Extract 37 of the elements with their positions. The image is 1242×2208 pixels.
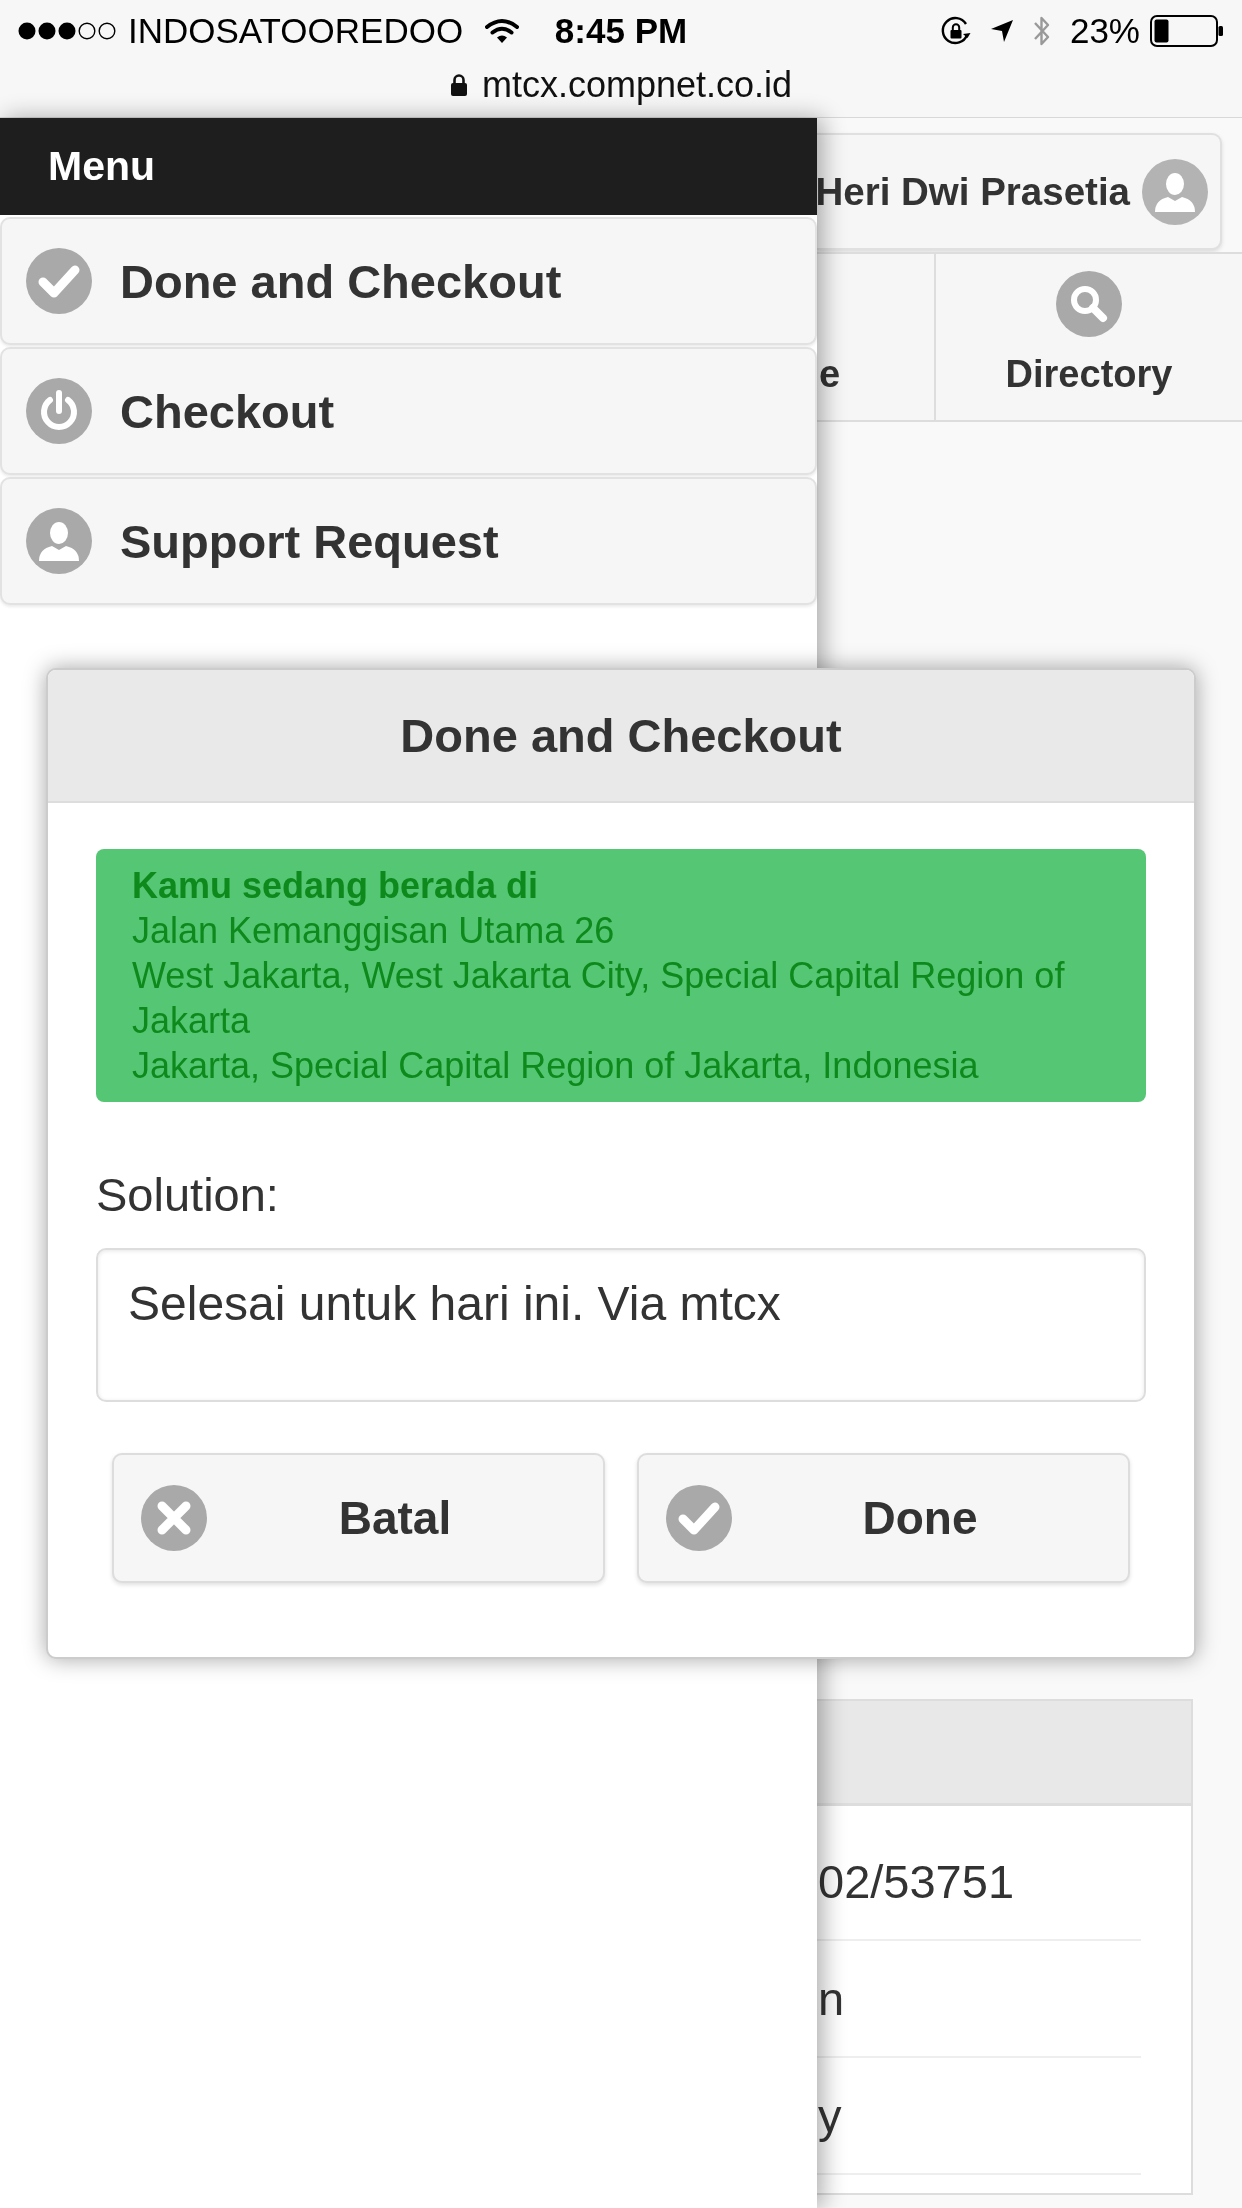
dialog-title: Done and Checkout: [400, 708, 842, 763]
cancel-button[interactable]: Batal: [112, 1453, 605, 1583]
alert-text: Jakarta, Special Capital Region of Jakarta, Indonesia: [132, 1044, 980, 1088]
wifi-icon: [485, 18, 520, 44]
check-circle-icon: [26, 248, 92, 314]
menu-item[interactable]: Checkout: [0, 347, 817, 475]
solution-field[interactable]: Selesai untuk hari ini. Via mtcx: [96, 1248, 1146, 1402]
alert-heading: Kamu sedang berada di: [132, 864, 540, 908]
menu-item[interactable]: Support Request: [0, 477, 817, 605]
status-time: 8:45 PM: [554, 11, 688, 51]
user-avatar-icon: [1142, 158, 1208, 225]
nav-tile[interactable]: Directory: [934, 254, 1242, 420]
solution-label: Solution:: [96, 1168, 280, 1222]
alert-text: West Jakarta, West Jakarta City, Special Capital Region of Jakarta: [132, 954, 1066, 1043]
table-cell: n: [818, 1971, 845, 2026]
done-button[interactable]: Done: [637, 1453, 1130, 1583]
check-circle-icon: [666, 1485, 732, 1551]
alert-text: Jalan Kemanggisan Utama 26: [132, 909, 616, 953]
lock-icon: [449, 73, 468, 97]
person-icon: [26, 508, 92, 574]
nav-tile[interactable]: e: [817, 254, 934, 420]
menu-item[interactable]: Done and Checkout: [0, 217, 817, 345]
close-icon: [141, 1485, 207, 1551]
battery-icon: [1150, 15, 1224, 47]
signal-dots-icon: [18, 21, 116, 41]
battery-percent: 23%: [1069, 11, 1140, 51]
table-cell: y: [818, 2088, 842, 2143]
bluetooth-icon: [1031, 14, 1052, 48]
orientation-lock-icon: [939, 15, 972, 47]
location-arrow-icon: [989, 19, 1014, 43]
carrier-name: INDOSATOOREDOO: [128, 11, 464, 51]
menu-title: Menu: [48, 143, 156, 190]
address-bar-url[interactable]: mtcx.compnet.co.id: [481, 64, 793, 106]
power-icon: [26, 378, 92, 444]
search-icon: [1056, 271, 1122, 337]
user-button[interactable]: Heri Dwi Prasetia: [817, 133, 1222, 250]
table-cell: 02/53751: [818, 1854, 1015, 1909]
